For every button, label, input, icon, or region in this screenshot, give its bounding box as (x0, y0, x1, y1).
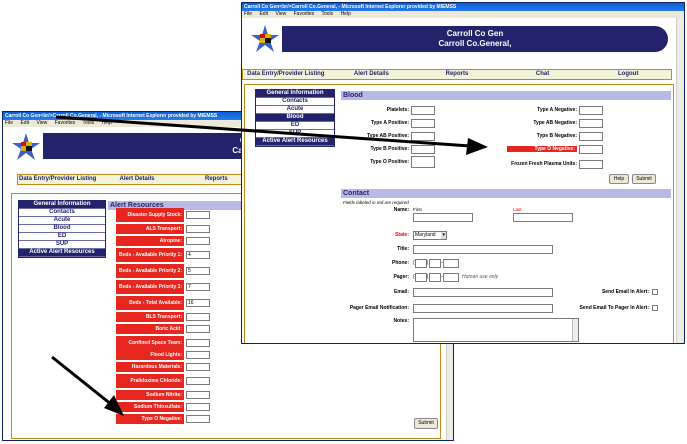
pointer-arrow-bottom (51, 355, 124, 416)
